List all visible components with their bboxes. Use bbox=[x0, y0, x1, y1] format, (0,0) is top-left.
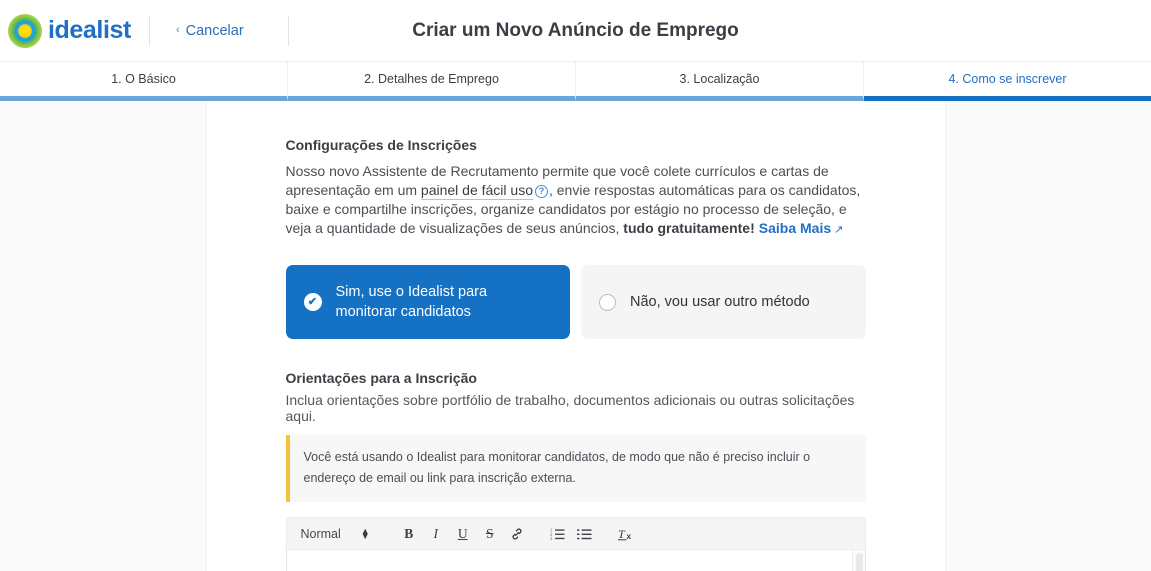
text-style-select[interactable]: Normal ▲ ▼ bbox=[300, 526, 380, 541]
idealist-logo-icon bbox=[8, 13, 42, 48]
editor-text-field[interactable] bbox=[287, 550, 852, 571]
option-use-idealist[interactable]: ✔ Sim, use o Idealist para monitorar can… bbox=[285, 265, 570, 339]
option-other-method[interactable]: Não, vou usar outro método bbox=[581, 265, 866, 339]
application-guidance-section: Orientações para a Inscrição Inclua orie… bbox=[285, 370, 866, 502]
link-icon[interactable] bbox=[505, 522, 529, 546]
bullet-list-icon[interactable] bbox=[573, 522, 597, 546]
section-description: Nosso novo Assistente de Recrutamento pe… bbox=[286, 162, 866, 240]
guidance-title: Orientações para a Inscrição bbox=[285, 370, 477, 386]
radio-unchecked-icon bbox=[599, 293, 616, 311]
bold-icon[interactable]: B bbox=[397, 522, 421, 546]
tab-label: 3. Localização bbox=[679, 72, 760, 86]
cancel-label: Cancelar bbox=[185, 22, 244, 39]
ordered-list-icon[interactable]: 1 2 3 bbox=[546, 522, 570, 546]
application-settings-section: Configurações de Inscrições Nosso novo A… bbox=[286, 137, 866, 240]
clear-format-icon[interactable]: T x bbox=[614, 522, 638, 546]
section-title: Configurações de Inscrições bbox=[285, 137, 477, 153]
arrow-down-glyph: ▼ bbox=[360, 530, 370, 541]
svg-text:T: T bbox=[618, 527, 626, 541]
option-label: Não, vou usar outro método bbox=[630, 294, 810, 310]
external-link-icon: ↗ bbox=[834, 224, 844, 236]
strikethrough-icon[interactable]: S bbox=[478, 522, 502, 546]
strikethrough-glyph: S bbox=[485, 525, 494, 541]
content-panel: Configurações de Inscrições Nosso novo A… bbox=[205, 101, 946, 571]
chevron-left-icon: ‹ bbox=[175, 24, 180, 36]
editor-toolbar: Normal ▲ ▼ B I U S 1 2 3 T x bbox=[285, 517, 866, 550]
tab-label: 2. Detalhes de Emprego bbox=[364, 72, 499, 86]
option-label: Sim, use o Idealist para monitorar candi… bbox=[335, 284, 488, 320]
guidance-subtitle: Inclua orientações sobre portfólio de tr… bbox=[285, 392, 855, 424]
svg-text:x: x bbox=[626, 532, 631, 541]
italic-icon[interactable]: I bbox=[424, 522, 448, 546]
tab-o-basico[interactable]: 1. O Básico bbox=[0, 62, 288, 101]
tab-localizacao[interactable]: 3. Localização bbox=[576, 62, 864, 101]
create-job-posting-page: idealist ‹ Cancelar Criar um Novo Anúnci… bbox=[0, 0, 1151, 571]
header-divider-right bbox=[287, 15, 289, 46]
stepper-arrows-icon: ▲ ▼ bbox=[360, 526, 370, 541]
desc-text-bold: tudo gratuitamente! bbox=[623, 220, 755, 236]
svg-text:3: 3 bbox=[550, 536, 553, 541]
wizard-tabs: 1. O Básico 2. Detalhes de Emprego 3. Lo… bbox=[0, 62, 1151, 101]
tab-como-se-inscrever[interactable]: 4. Como se inscrever bbox=[864, 62, 1151, 101]
editor-scrollbar[interactable] bbox=[851, 550, 865, 571]
dashboard-link[interactable]: painel de fácil uso bbox=[420, 182, 533, 200]
underline-icon[interactable]: U bbox=[451, 522, 475, 546]
help-circle-icon[interactable]: ? bbox=[534, 185, 548, 198]
brand-name: idealist bbox=[48, 16, 131, 44]
text-style-value: Normal bbox=[300, 526, 341, 541]
tracking-method-options: ✔ Sim, use o Idealist para monitorar can… bbox=[285, 265, 866, 339]
italic-glyph: I bbox=[433, 525, 438, 541]
underline-glyph: U bbox=[457, 525, 468, 541]
tab-label: 4. Como se inscrever bbox=[948, 72, 1067, 86]
app-header: idealist ‹ Cancelar Criar um Novo Anúnci… bbox=[0, 0, 1151, 62]
guidance-callout: Você está usando o Idealist para monitor… bbox=[285, 435, 866, 502]
rich-text-editor: Normal ▲ ▼ B I U S 1 2 3 T x bbox=[285, 517, 866, 571]
bold-glyph: B bbox=[404, 525, 414, 541]
tab-detalhes-de-emprego[interactable]: 2. Detalhes de Emprego bbox=[288, 62, 576, 101]
page-body: Configurações de Inscrições Nosso novo A… bbox=[0, 101, 1151, 571]
learn-more-link[interactable]: Saiba Mais bbox=[759, 220, 831, 236]
tab-label: 1. O Básico bbox=[111, 72, 176, 86]
editor-content-area[interactable] bbox=[285, 550, 866, 571]
cancel-button[interactable]: ‹ Cancelar bbox=[150, 23, 270, 39]
brand-logo[interactable]: idealist bbox=[0, 13, 131, 48]
radio-checked-icon: ✔ bbox=[303, 293, 322, 311]
